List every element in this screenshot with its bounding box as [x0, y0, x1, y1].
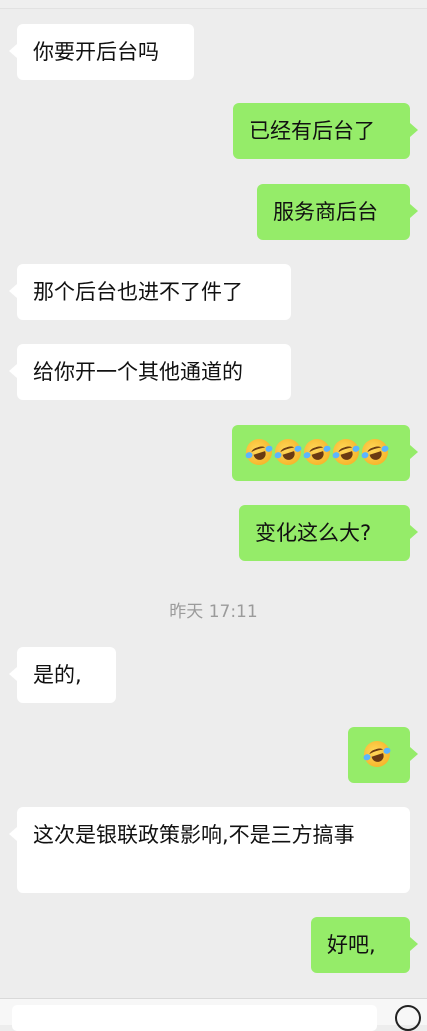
rofl-emoji-icon — [300, 435, 334, 469]
message-text: 已经有后台了 — [249, 119, 375, 143]
message-bubble-incoming[interactable]: 是的, — [9, 647, 116, 703]
message-text: 给你开一个其他通道的 — [33, 360, 243, 384]
message-text: 服务商后台 — [273, 200, 378, 224]
message-timestamp: 昨天 17:11 — [169, 602, 258, 622]
message-bubble-incoming[interactable]: 这次是银联政策影响,不是三方搞事 — [9, 807, 410, 893]
message-text: 你要开后台吗 — [33, 40, 159, 64]
message-bubble-outgoing[interactable]: 服务商后台 — [257, 184, 418, 240]
message-bubble-outgoing[interactable] — [348, 727, 418, 783]
message-input[interactable] — [12, 1005, 377, 1031]
message-bubble-outgoing[interactable] — [232, 425, 418, 481]
voice-icon[interactable] — [395, 1005, 421, 1031]
rofl-emoji-icon — [242, 435, 276, 469]
message-text: 变化这么大? — [255, 521, 372, 545]
message-text: 那个后台也进不了件了 — [33, 280, 243, 304]
top-bar — [0, 0, 427, 9]
rofl-emoji-icon — [271, 435, 305, 469]
message-bubble-outgoing[interactable]: 变化这么大? — [239, 505, 418, 561]
message-bubble-incoming[interactable]: 你要开后台吗 — [9, 24, 194, 80]
rofl-emoji-icon — [360, 737, 394, 771]
message-bubble-outgoing[interactable]: 好吧, — [311, 917, 418, 973]
rofl-emoji-icon — [329, 435, 363, 469]
message-bubble-incoming[interactable]: 给你开一个其他通道的 — [9, 344, 291, 400]
message-text: 是的, — [33, 663, 82, 687]
message-bubble-incoming[interactable]: 那个后台也进不了件了 — [9, 264, 291, 320]
message-text: 好吧, — [327, 933, 376, 957]
rofl-emoji-icon — [358, 435, 392, 469]
message-text: 这次是银联政策影响,不是三方搞事 — [33, 823, 355, 847]
message-bubble-outgoing[interactable]: 已经有后台了 — [233, 103, 418, 159]
input-bar — [0, 998, 427, 1031]
